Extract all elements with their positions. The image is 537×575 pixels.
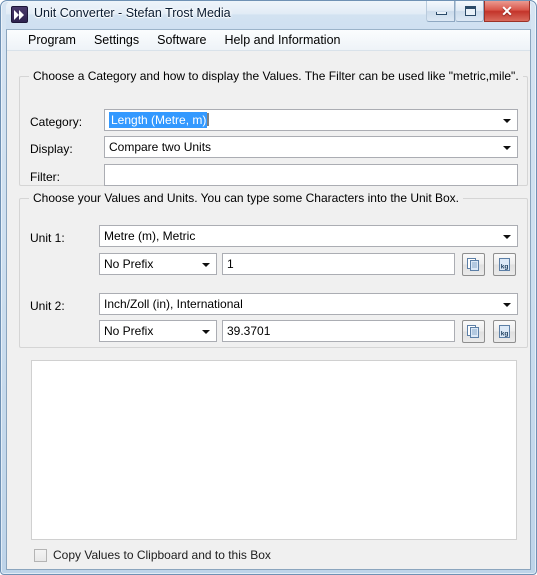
unit1-unit-button[interactable]: kg [493, 253, 516, 276]
unit1-amount: 1 [227, 257, 234, 271]
unit2-prefix-combobox[interactable]: No Prefix [99, 320, 217, 342]
unit1-prefix-combobox[interactable]: No Prefix [99, 253, 217, 275]
menu-bar: Program Settings Software Help and Infor… [7, 30, 530, 51]
unit1-label: Unit 1: [30, 231, 65, 245]
minimize-button[interactable] [426, 1, 455, 22]
chevron-down-icon [503, 146, 511, 150]
unit2-value: Inch/Zoll (in), International [104, 297, 243, 311]
menu-item-program[interactable]: Program [19, 31, 85, 49]
unit2-prefix-value: No Prefix [104, 324, 154, 338]
svg-text:kg: kg [501, 264, 509, 271]
maximize-icon [465, 6, 476, 16]
category-value: Length (Metre, m) [109, 112, 208, 128]
chevron-down-icon [503, 303, 511, 307]
unit2-amount: 39.3701 [227, 324, 271, 338]
window-title: Unit Converter - Stefan Trost Media [34, 6, 231, 20]
unit2-unit-button[interactable]: kg [493, 320, 516, 343]
display-value: Compare two Units [109, 140, 212, 154]
units-group-caption: Choose your Values and Units. You can ty… [29, 191, 464, 205]
svg-text:kg: kg [501, 331, 509, 338]
copy-values-checkbox-label: Copy Values to Clipboard and to this Box [53, 548, 271, 562]
copy-values-checkbox-row[interactable]: Copy Values to Clipboard and to this Box [34, 548, 271, 562]
unit2-copy-button[interactable] [462, 320, 485, 343]
copy-icon [467, 258, 479, 271]
kg-icon: kg [499, 325, 510, 338]
double-arrow-icon[interactable] [11, 6, 28, 23]
filter-label: Filter: [30, 170, 60, 184]
display-label: Display: [30, 142, 73, 156]
category-label: Category: [30, 115, 83, 129]
close-button[interactable]: ✕ [484, 1, 530, 22]
copy-icon [467, 325, 479, 338]
chevron-down-icon [503, 235, 511, 239]
window-controls: ✕ [426, 1, 530, 22]
unit2-value-input[interactable]: 39.3701 [222, 320, 455, 342]
close-icon: ✕ [501, 3, 513, 19]
menu-item-software[interactable]: Software [148, 31, 215, 49]
kg-icon: kg [499, 258, 510, 271]
text-caret [207, 113, 210, 126]
unit1-copy-button[interactable] [462, 253, 485, 276]
menu-item-help-and-information[interactable]: Help and Information [215, 31, 349, 49]
unit2-combobox[interactable]: Inch/Zoll (in), International [99, 293, 518, 315]
chevron-down-icon [503, 119, 511, 123]
category-group-caption: Choose a Category and how to display the… [29, 69, 523, 83]
chevron-down-icon [202, 263, 210, 267]
menu-item-settings[interactable]: Settings [85, 31, 148, 49]
title-bar[interactable]: Unit Converter - Stefan Trost Media ✕ [6, 1, 531, 29]
chevron-down-icon [202, 330, 210, 334]
unit2-label: Unit 2: [30, 299, 65, 313]
unit1-prefix-value: No Prefix [104, 257, 154, 271]
unit1-value: Metre (m), Metric [104, 229, 196, 243]
category-combobox[interactable]: Length (Metre, m) [104, 109, 518, 131]
unit1-value-input[interactable]: 1 [222, 253, 455, 275]
display-combobox[interactable]: Compare two Units [104, 136, 518, 158]
output-textarea[interactable] [31, 360, 517, 540]
client-area: Program Settings Software Help and Infor… [6, 29, 531, 570]
application-window: Unit Converter - Stefan Trost Media ✕ Pr… [0, 0, 537, 575]
filter-input[interactable] [104, 164, 518, 186]
maximize-button[interactable] [455, 1, 484, 22]
minimize-icon [436, 12, 447, 15]
copy-values-checkbox[interactable] [34, 548, 47, 562]
unit1-combobox[interactable]: Metre (m), Metric [99, 225, 518, 247]
